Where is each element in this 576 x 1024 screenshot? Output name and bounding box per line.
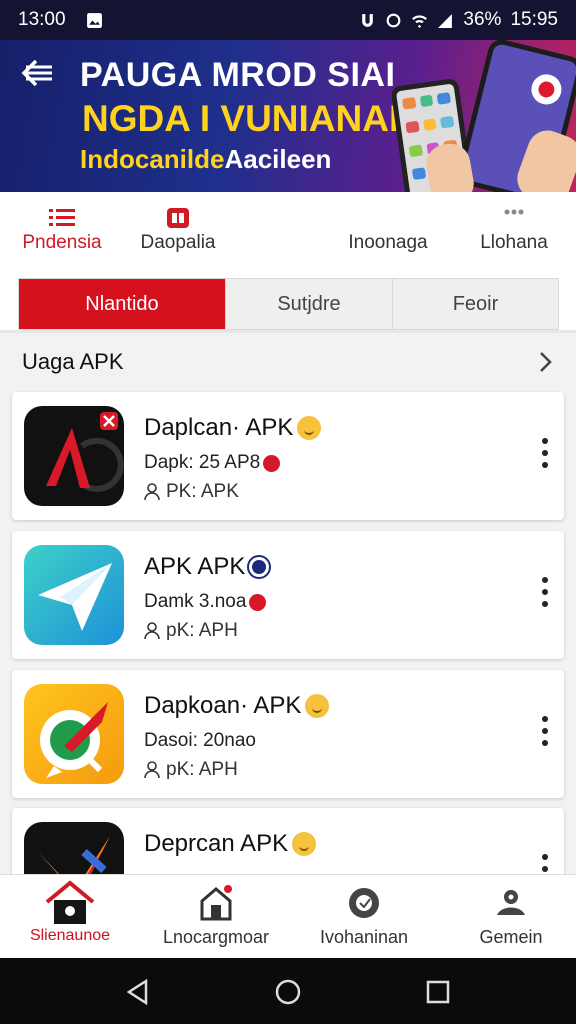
home-circle-icon[interactable] [274, 978, 302, 1006]
bottom-nav-label: Slienaunoe [29, 927, 111, 944]
dots-icon [504, 209, 524, 215]
paper-plane-icon [38, 563, 112, 631]
app-icon [24, 684, 124, 784]
app-sub-row: pK: APH [144, 620, 238, 642]
app-meta-row: Dapk: 25 AP8 [144, 452, 281, 474]
red-badge-icon [249, 593, 267, 611]
bottom-nav-label: Gemein [479, 927, 543, 947]
category-tabs: Pndensia Daopalia Inoonaga Llohana [0, 192, 576, 278]
chevron-right-icon[interactable] [538, 350, 554, 374]
app-title-row: Daplcan· APK [144, 414, 322, 442]
app-meta-row: Dasoi: 20nao [144, 730, 256, 752]
bottom-nav-item-2[interactable]: Lnocargmoar [156, 875, 276, 959]
app-meta-row: Damk 3.noa [144, 591, 267, 613]
more-options-icon[interactable] [540, 714, 550, 748]
app-meta: Dasoi: 20nao [144, 730, 256, 751]
segment-tab-3[interactable]: Feoir [392, 279, 558, 329]
segmented-control-area: Nlantido Sutjdre Feoir [0, 278, 576, 330]
wifi-icon [412, 14, 428, 28]
category-label: Llohana [480, 232, 548, 253]
app-sub-row: PK: APK [144, 481, 239, 503]
status-time-right: 15:95 [510, 9, 558, 30]
segmented-control: Nlantido Sutjdre Feoir [18, 278, 559, 330]
app-badge-icon [167, 208, 189, 228]
red-badge-icon [263, 454, 281, 472]
bottom-nav-label: Ivohaninan [319, 927, 409, 947]
app-card[interactable]: APK APK Damk 3.noa pK: APH [12, 531, 564, 659]
category-tab-1[interactable]: Pndensia [16, 192, 108, 278]
bottom-nav-item-4[interactable]: Gemein [452, 875, 570, 959]
app-sub: pK: APH [166, 620, 238, 641]
category-label: Inoonaga [348, 232, 428, 253]
battery-percent: 36% [463, 9, 502, 30]
app-sub: pK: APH [166, 759, 238, 780]
app-meta: Dapk: 25 AP8 [144, 452, 261, 473]
app-title: Daplcan· APK [144, 414, 294, 441]
home-icon [45, 880, 95, 924]
back-arrow-icon[interactable] [20, 58, 56, 88]
segment-tab-2[interactable]: Sutjdre [225, 279, 392, 329]
person-icon [144, 483, 160, 501]
promo-banner[interactable]: PAUGA MROD SIAI NGDA I VUNIANAN Indocani… [0, 40, 576, 192]
app-icon [24, 406, 124, 506]
list-icon [49, 209, 75, 226]
app-title: APK APK [144, 553, 246, 580]
signal-icon [438, 13, 453, 28]
status-bar: 13:00 36% 15:95 [0, 0, 576, 40]
app-sub-row: pK: APH [144, 759, 238, 781]
app-title-row: Dapkoan· APK [144, 692, 330, 720]
emoji-badge-icon [292, 832, 317, 856]
app-card[interactable]: Dapkoan· APK Dasoi: 20nao pK: APH [12, 670, 564, 798]
app-title: Dapkoan· APK [144, 692, 302, 719]
emoji-badge-icon [297, 416, 322, 440]
emoji-badge-icon [305, 694, 330, 718]
sync-icon [387, 13, 401, 27]
recents-square-icon[interactable] [424, 978, 452, 1006]
person-icon [144, 761, 160, 779]
bottom-navigation: Slienaunoe Lnocargmoar Ivohaninan Gemein [0, 874, 576, 958]
app-meta: Damk 3.noa [144, 591, 247, 612]
person-icon [144, 622, 160, 640]
system-navigation-bar [0, 958, 576, 1024]
banner-title-line1: PAUGA MROD SIAI [80, 56, 396, 94]
shield-icon [349, 888, 379, 918]
app-title-row: APK APK [144, 553, 270, 581]
banner-title-line3: IndocanildeAacileen [80, 144, 331, 175]
banner-line3-part2: Aacileen [224, 144, 332, 174]
blue-badge-icon [249, 557, 270, 577]
store-icon [200, 885, 232, 921]
more-options-icon[interactable] [540, 436, 550, 470]
segment-tab-1[interactable]: Nlantido [19, 279, 225, 329]
section-header[interactable]: Uaga APK [0, 333, 576, 391]
banner-line3-part1: Indocanilde [80, 144, 225, 174]
chat-rocket-icon [40, 702, 108, 778]
bottom-nav-item-3[interactable]: Ivohaninan [304, 875, 424, 959]
game-icon [497, 890, 525, 915]
section-title: Uaga APK [22, 349, 124, 374]
bottom-nav-label: Lnocargmoar [162, 927, 270, 947]
status-time-left: 13:00 [18, 9, 66, 30]
more-options-icon[interactable] [540, 575, 550, 609]
banner-title-line2: NGDA I VUNIANAN [82, 98, 416, 139]
category-tab-4[interactable]: Llohana [472, 192, 556, 278]
bottom-nav-item-1[interactable]: Slienaunoe [10, 875, 130, 959]
gallery-notification-icon [86, 12, 102, 28]
app-card[interactable]: Daplcan· APK Dapk: 25 AP8 PK: APK [12, 392, 564, 520]
data-saver-icon [362, 13, 374, 27]
app-sub: PK: APK [166, 481, 239, 502]
category-tab-2[interactable]: Daopalia [128, 192, 228, 278]
back-triangle-icon[interactable] [124, 978, 152, 1006]
category-tab-3[interactable]: Inoonaga [340, 192, 436, 278]
app-icon [24, 545, 124, 645]
red-swoosh-icon [46, 412, 124, 492]
app-title-row: Deprcan APK [144, 830, 317, 858]
category-label: Pndensia [22, 232, 102, 253]
category-label: Daopalia [140, 232, 216, 253]
app-title: Deprcan APK [144, 830, 289, 857]
